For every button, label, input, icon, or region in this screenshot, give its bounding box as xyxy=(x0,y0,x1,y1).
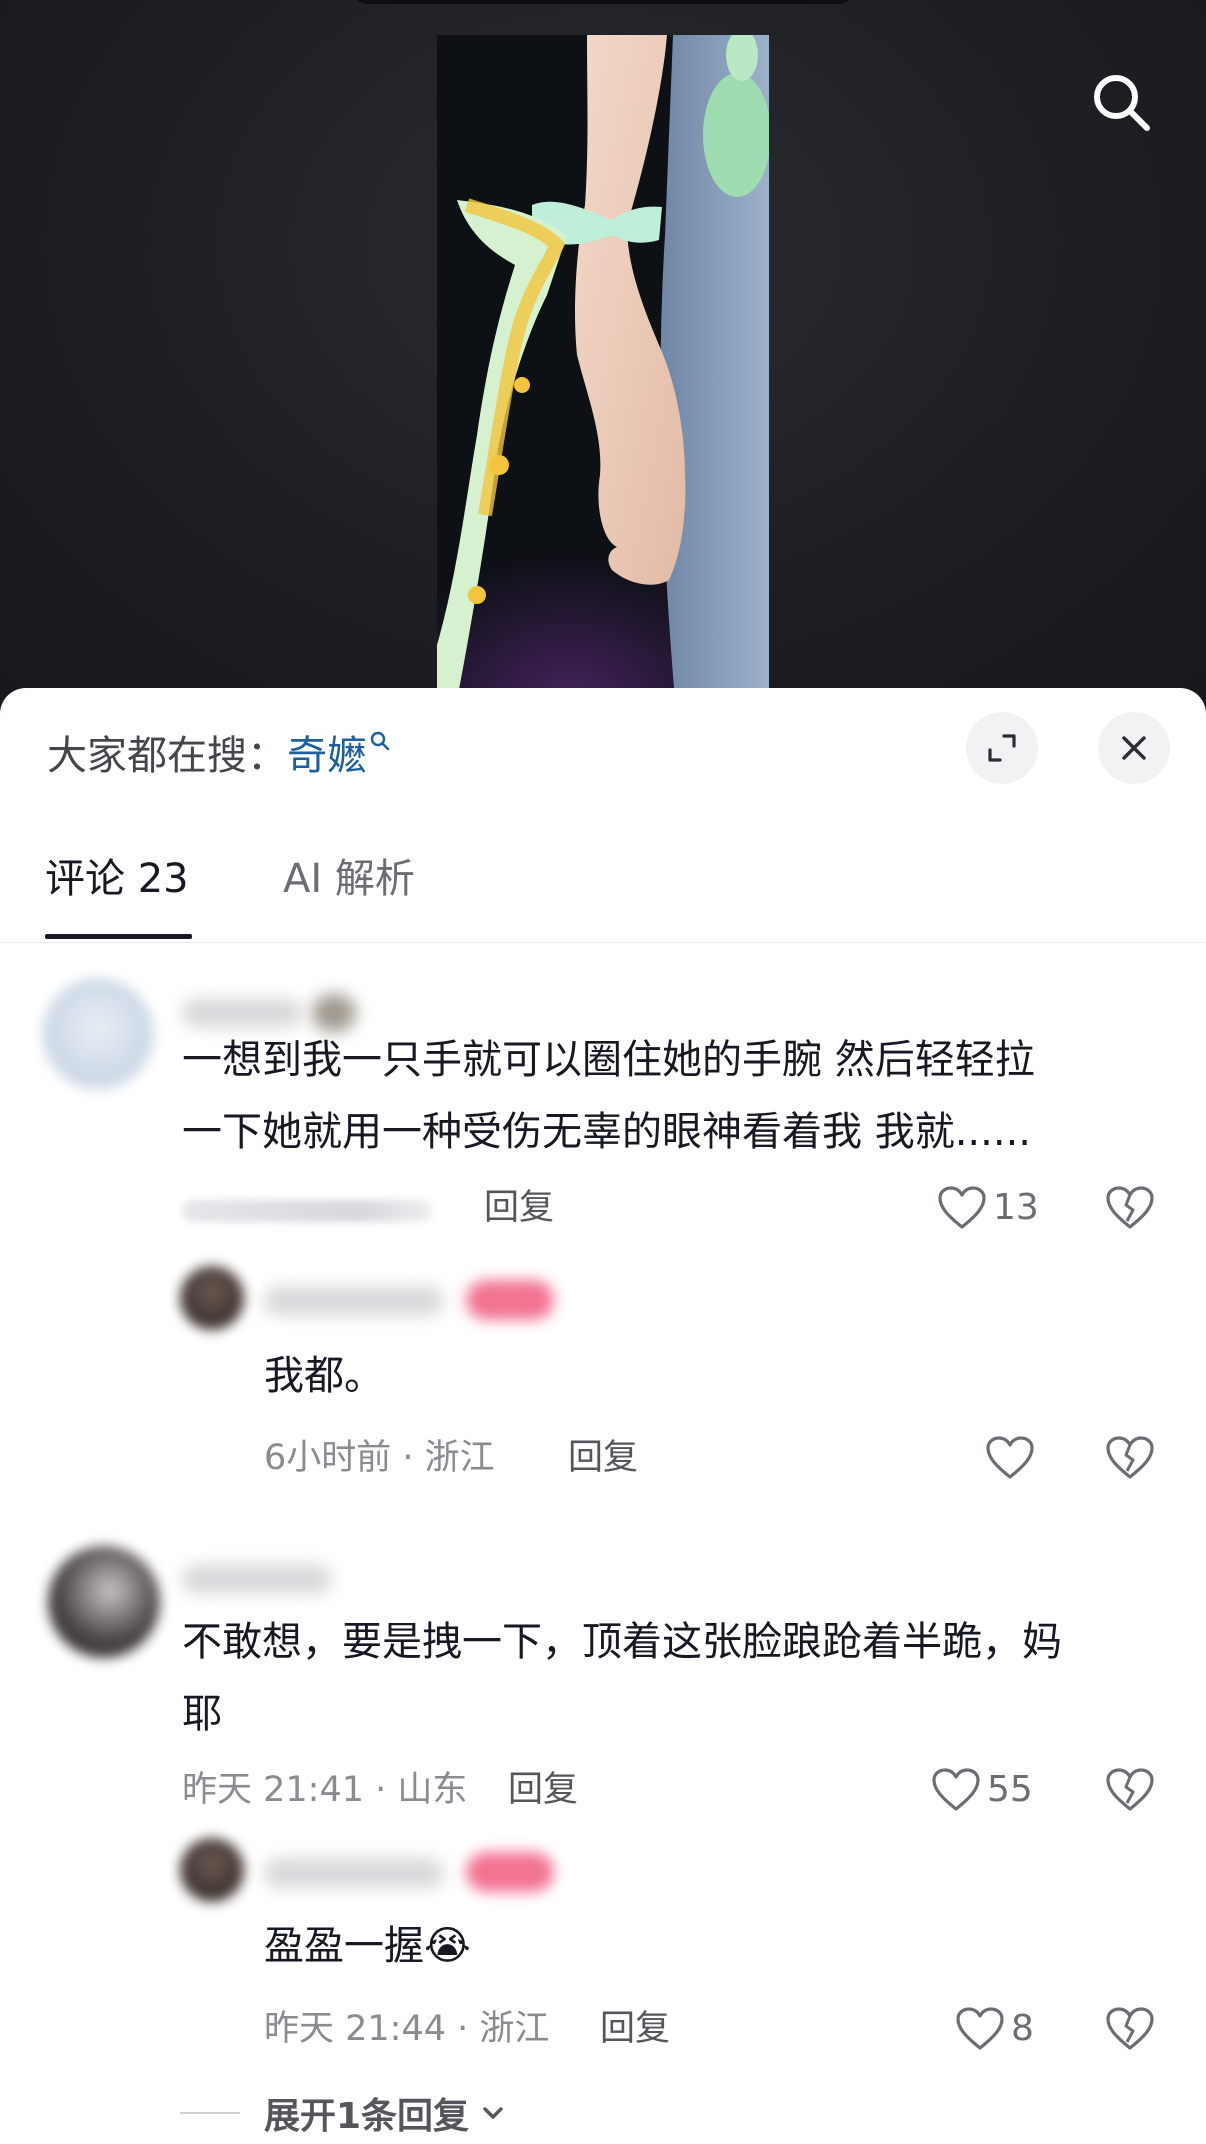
video-frame[interactable] xyxy=(437,35,769,700)
avatar[interactable] xyxy=(180,1266,244,1330)
like-button[interactable]: 8 xyxy=(955,2004,1034,2054)
reply-button[interactable]: 回复 xyxy=(508,1767,578,1813)
comment-text: 不敢想，要是拽一下，顶着这张脸踉跄着半跪，妈 xyxy=(182,1619,1062,1665)
reply-button[interactable]: 回复 xyxy=(484,1185,554,1231)
like-count: 55 xyxy=(987,1769,1033,1810)
comment-text: 耶 xyxy=(182,1691,222,1737)
crying-laughing-emoji: 😭 xyxy=(424,1923,471,1969)
comment-meta: 昨天 21:41 · 山东 xyxy=(182,1770,468,1810)
broken-heart-icon xyxy=(1106,1768,1154,1811)
search-icon xyxy=(370,731,390,751)
chevron-down-icon xyxy=(483,2107,503,2119)
trending-search-prefix: 大家都在搜： xyxy=(47,733,287,779)
expand-replies-label: 展开1条回复 xyxy=(264,2096,470,2137)
video-thumbnail-illustration xyxy=(437,35,769,700)
user-badge xyxy=(466,1280,554,1320)
trending-search-hint: 大家都在搜：奇嬷 xyxy=(47,730,391,782)
reply-button[interactable]: 回复 xyxy=(600,2006,670,2052)
reply-text: 我都。 xyxy=(264,1353,384,1399)
active-tab-indicator xyxy=(45,934,192,939)
avatar[interactable] xyxy=(42,978,154,1090)
close-sheet-button[interactable] xyxy=(1098,712,1170,784)
broken-heart-icon xyxy=(1106,2007,1154,2050)
expand-replies-button[interactable]: 展开1条回复 xyxy=(180,2088,509,2138)
comment-sheet: 大家都在搜：奇嬷 评论 23 AI 解析 一想到我一只手就可以圈住她的手腕 然后… xyxy=(0,688,1206,2144)
trending-search-keyword[interactable]: 奇嬷 xyxy=(287,733,367,779)
expand-icon xyxy=(988,734,1016,762)
comment-text: 一想到我一只手就可以圈住她的手腕 然后轻轻拉 xyxy=(182,1037,1035,1083)
like-button[interactable]: 55 xyxy=(931,1765,1033,1815)
reply-meta: 6小时前 · 浙江 xyxy=(264,1438,495,1478)
username[interactable] xyxy=(182,1564,332,1594)
heart-outline-icon xyxy=(932,1768,980,1811)
reply-text: 盈盈一握😭 xyxy=(264,1910,471,1982)
dislike-button[interactable] xyxy=(1105,1183,1155,1233)
username[interactable] xyxy=(264,1286,444,1316)
sheet-header: 大家都在搜：奇嬷 xyxy=(0,688,1206,798)
video-player[interactable] xyxy=(0,0,1206,700)
heart-outline-icon xyxy=(938,1186,986,1229)
reply-meta: 昨天 21:44 · 浙江 xyxy=(264,2009,550,2049)
comment-text: 一下她就用一种受伤无辜的眼神看着我 我就...... xyxy=(182,1109,1032,1155)
dislike-button[interactable] xyxy=(1105,1433,1155,1483)
divider-line xyxy=(180,2112,240,2114)
heart-outline-icon xyxy=(956,2007,1004,2050)
like-count: 8 xyxy=(1011,2008,1034,2049)
tab-ai-analysis[interactable]: AI 解析 xyxy=(283,853,415,905)
like-button[interactable] xyxy=(985,1433,1035,1483)
search-icon xyxy=(1094,75,1150,131)
heart-outline-icon xyxy=(986,1436,1034,1479)
like-button[interactable]: 13 xyxy=(937,1183,1039,1233)
like-count: 13 xyxy=(993,1187,1039,1228)
tab-comments[interactable]: 评论 23 xyxy=(45,853,189,905)
comment-tabs: 评论 23 AI 解析 xyxy=(0,838,1206,943)
broken-heart-icon xyxy=(1106,1186,1154,1229)
avatar[interactable] xyxy=(48,1546,160,1658)
broken-heart-icon xyxy=(1106,1436,1154,1479)
dislike-button[interactable] xyxy=(1105,1765,1155,1815)
expand-sheet-button[interactable] xyxy=(966,712,1038,784)
close-icon xyxy=(1122,736,1146,760)
reply-button[interactable]: 回复 xyxy=(568,1435,638,1481)
comment-meta xyxy=(182,1200,432,1222)
dislike-button[interactable] xyxy=(1105,2004,1155,2054)
reply-text-content: 盈盈一握 xyxy=(264,1923,424,1969)
status-notch xyxy=(350,0,856,4)
video-search-button[interactable] xyxy=(1086,67,1156,137)
username[interactable] xyxy=(264,1858,444,1888)
avatar[interactable] xyxy=(180,1838,244,1902)
user-badge xyxy=(466,1852,554,1892)
